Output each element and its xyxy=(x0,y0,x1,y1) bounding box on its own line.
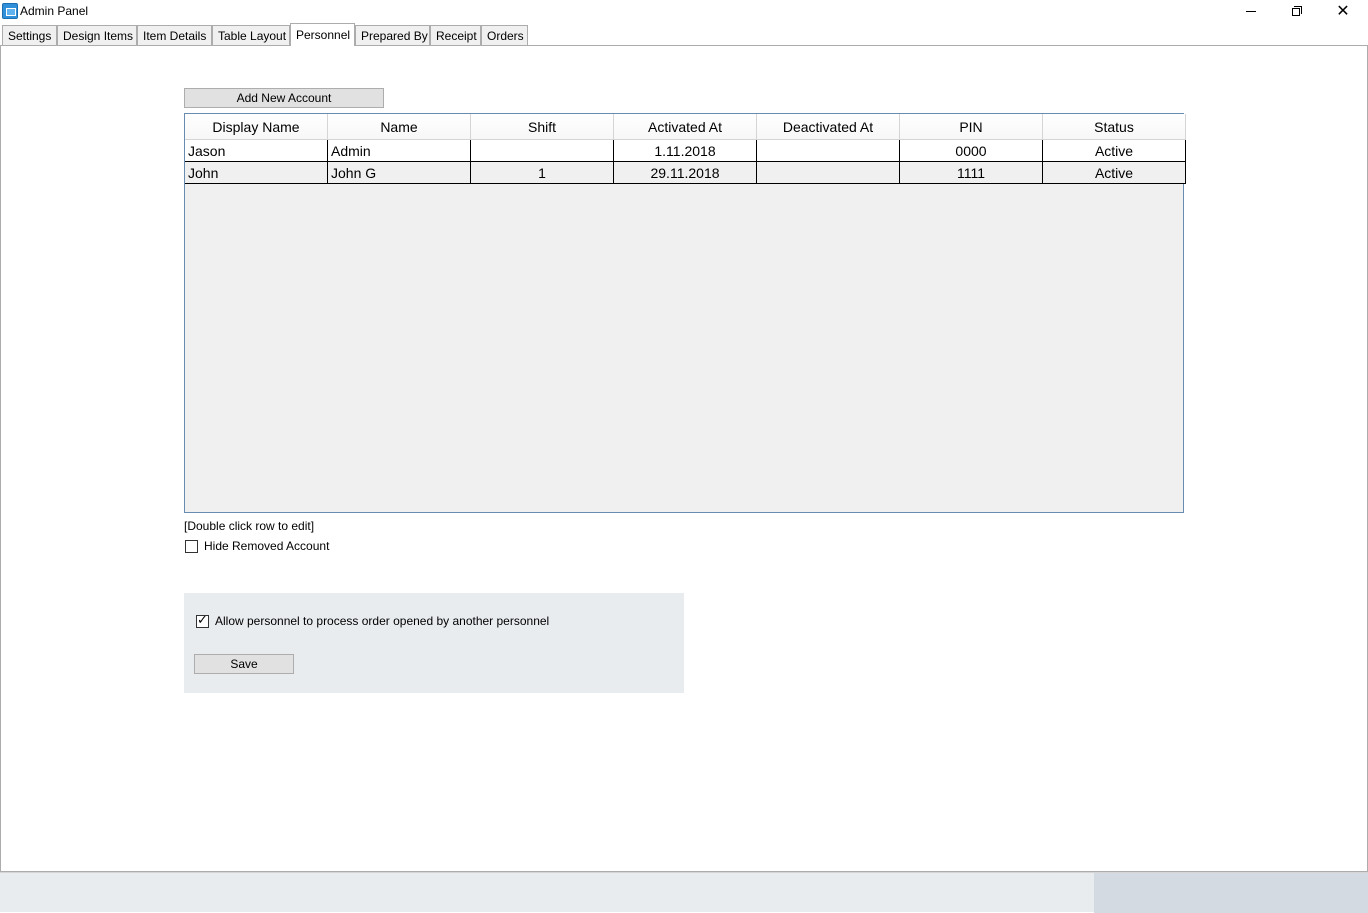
cell-activated-at[interactable]: 1.11.2018 xyxy=(614,140,757,162)
minimize-icon xyxy=(1246,10,1256,12)
cell-status[interactable]: Active xyxy=(1043,140,1186,162)
tab-prepared-by[interactable]: Prepared By xyxy=(355,25,430,45)
cell-pin[interactable]: 1111 xyxy=(900,162,1043,184)
admin-panel-window: Admin Panel ✕ Settings Design Items Item… xyxy=(0,0,1368,913)
hide-removed-option[interactable]: Hide Removed Account xyxy=(185,539,329,553)
add-new-account-button[interactable]: Add New Account xyxy=(184,88,384,108)
tab-orders[interactable]: Orders xyxy=(481,25,528,45)
restore-button[interactable] xyxy=(1274,0,1320,22)
column-header-status[interactable]: Status xyxy=(1043,114,1186,140)
allow-process-option[interactable]: Allow personnel to process order opened … xyxy=(196,613,549,628)
tab-personnel[interactable]: Personnel xyxy=(290,23,355,46)
tab-settings[interactable]: Settings xyxy=(2,25,57,45)
grid-header: Display Name Name Shift Activated At Dea… xyxy=(185,114,1186,140)
column-header-activated-at[interactable]: Activated At xyxy=(614,114,757,140)
personnel-grid[interactable]: Display Name Name Shift Activated At Dea… xyxy=(184,113,1186,513)
column-header-display-name[interactable]: Display Name xyxy=(185,114,328,140)
cell-shift[interactable] xyxy=(471,140,614,162)
close-button[interactable]: ✕ xyxy=(1320,0,1366,22)
restore-icon xyxy=(1292,6,1302,16)
hide-removed-label[interactable]: Hide Removed Account xyxy=(204,539,329,553)
app-icon xyxy=(2,3,18,19)
cell-deactivated-at[interactable] xyxy=(757,140,900,162)
cell-name[interactable]: John G xyxy=(328,162,471,184)
window-title: Admin Panel xyxy=(20,4,89,18)
cell-status[interactable]: Active xyxy=(1043,162,1186,184)
tab-design-items[interactable]: Design Items xyxy=(57,25,137,45)
column-header-pin[interactable]: PIN xyxy=(900,114,1043,140)
hide-removed-checkbox[interactable] xyxy=(185,539,198,553)
edit-hint: [Double click row to edit] xyxy=(184,519,315,533)
allow-process-checkbox[interactable] xyxy=(196,613,209,628)
save-button[interactable]: Save xyxy=(194,654,294,674)
allow-process-label[interactable]: Allow personnel to process order opened … xyxy=(215,614,549,628)
column-header-shift[interactable]: Shift xyxy=(471,114,614,140)
cell-pin[interactable]: 0000 xyxy=(900,140,1043,162)
cell-display-name[interactable]: Jason xyxy=(185,140,328,162)
tab-receipt[interactable]: Receipt xyxy=(430,25,481,45)
close-icon: ✕ xyxy=(1336,1,1350,20)
column-header-deactivated-at[interactable]: Deactivated At xyxy=(757,114,900,140)
status-bar xyxy=(0,872,1368,913)
status-bar-right-panel xyxy=(1094,873,1368,913)
cell-deactivated-at[interactable] xyxy=(757,162,900,184)
tab-table-layout[interactable]: Table Layout xyxy=(212,25,290,45)
minimize-button[interactable] xyxy=(1228,0,1274,22)
column-header-name[interactable]: Name xyxy=(328,114,471,140)
cell-display-name[interactable]: John xyxy=(185,162,328,184)
table-row[interactable]: John John G 1 29.11.2018 1111 Active xyxy=(185,162,1186,184)
tab-item-details[interactable]: Item Details xyxy=(137,25,212,45)
table-row[interactable]: Jason Admin 1.11.2018 0000 Active xyxy=(185,140,1186,162)
cell-activated-at[interactable]: 29.11.2018 xyxy=(614,162,757,184)
personnel-options-panel: Allow personnel to process order opened … xyxy=(184,593,684,693)
tab-strip: Settings Design Items Item Details Table… xyxy=(0,23,1368,46)
cell-name[interactable]: Admin xyxy=(328,140,471,162)
title-bar[interactable]: Admin Panel ✕ xyxy=(0,0,1368,23)
cell-shift[interactable]: 1 xyxy=(471,162,614,184)
